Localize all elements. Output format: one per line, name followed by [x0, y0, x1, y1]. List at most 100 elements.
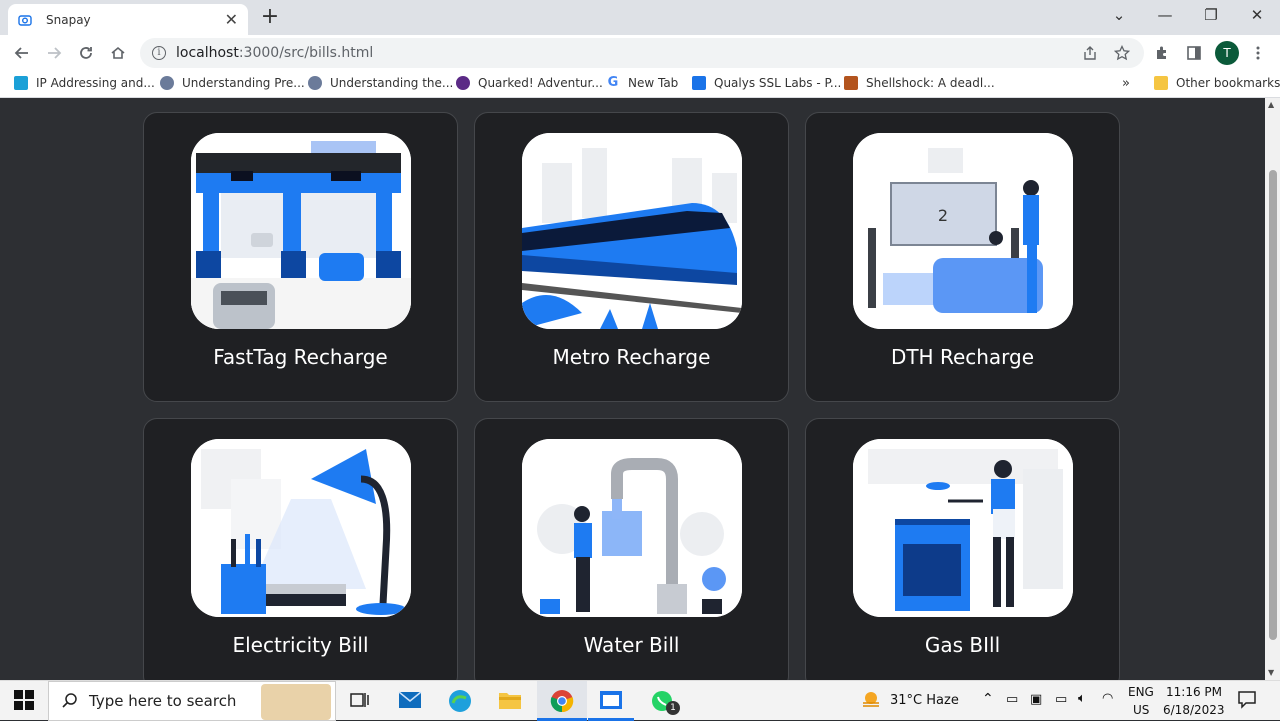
app-taskbar-button[interactable]: [588, 681, 634, 721]
extensions-icon[interactable]: [1152, 43, 1172, 63]
taskbar-search-box[interactable]: Type here to search: [48, 681, 336, 721]
mail-icon[interactable]: [398, 689, 422, 713]
other-bookmarks-label: Other bookmarks: [1176, 76, 1280, 90]
search-placeholder: Type here to search: [89, 692, 237, 710]
card-label: Water Bill: [583, 633, 680, 657]
bookmark-item[interactable]: Qualys SSL Labs - P...: [692, 76, 841, 90]
quarked-icon: [456, 76, 470, 90]
file-explorer-icon[interactable]: [498, 689, 522, 713]
gear-favicon-icon: [160, 76, 174, 90]
close-window-button[interactable]: ✕: [1234, 0, 1280, 30]
edge-icon[interactable]: [448, 689, 472, 713]
chrome-taskbar-button[interactable]: [537, 681, 587, 721]
svg-text:2: 2: [938, 206, 948, 225]
action-icon[interactable]: ▣: [1030, 692, 1042, 707]
bookmark-star-icon[interactable]: [1112, 43, 1132, 63]
bookmark-label: IP Addressing and...: [36, 76, 155, 90]
side-panel-icon[interactable]: [1184, 43, 1204, 63]
language-bottom[interactable]: US: [1133, 703, 1149, 717]
bookmark-label: Qualys SSL Labs - P...: [714, 76, 842, 90]
bookmark-item[interactable]: Understanding the...: [308, 76, 453, 90]
wifi-icon[interactable]: ◠: [1102, 691, 1113, 706]
language-top[interactable]: ENG: [1128, 685, 1154, 699]
url-host: localhost: [176, 45, 239, 61]
desk-lamp-illustration: [191, 439, 411, 617]
search-highlight-icon: [261, 684, 331, 720]
fasttag-recharge-card[interactable]: FastTag Recharge: [143, 112, 458, 402]
forward-icon[interactable]: [43, 42, 65, 64]
tv-watching-illustration: 2: [853, 133, 1073, 329]
notification-badge: 1: [666, 701, 680, 715]
reload-icon[interactable]: [75, 42, 97, 64]
qualys-icon: [692, 76, 706, 90]
show-hidden-icons-icon[interactable]: ⌃: [982, 691, 994, 707]
bookmark-label: Quarked! Adventur...: [478, 76, 603, 90]
bookmark-item[interactable]: G New Tab: [606, 76, 678, 90]
scroll-thumb[interactable]: [1269, 170, 1277, 640]
camera-favicon-icon: [18, 14, 32, 26]
profile-avatar[interactable]: T: [1215, 41, 1239, 65]
gear-favicon-icon: [308, 76, 322, 90]
notifications-icon[interactable]: [1237, 689, 1261, 713]
scroll-up-icon[interactable]: ▲: [1268, 100, 1274, 109]
card-label: Metro Recharge: [552, 345, 711, 369]
folder-icon: [1154, 76, 1168, 90]
bookmark-item[interactable]: Shellshock: A deadl...: [844, 76, 995, 90]
battery-icon[interactable]: ▭: [1055, 692, 1067, 707]
tab-search-icon[interactable]: ⌄: [1096, 0, 1142, 30]
dth-recharge-card[interactable]: 2 DTH Recharge: [805, 112, 1120, 402]
chrome-icon: [550, 690, 574, 713]
bookmark-item[interactable]: Quarked! Adventur...: [456, 76, 603, 90]
windows-start-icon[interactable]: [13, 689, 37, 713]
clock-date[interactable]: 6/18/2023: [1163, 703, 1225, 717]
weather-haze-icon[interactable]: [860, 689, 884, 713]
scroll-down-icon[interactable]: ▼: [1268, 668, 1274, 677]
tab-title: Snapay: [46, 12, 91, 27]
gas-bill-card[interactable]: Gas BIll: [805, 418, 1120, 680]
browser-toolbar: i localhost:3000/src/bills.html T: [0, 35, 1280, 71]
metro-recharge-card[interactable]: Metro Recharge: [474, 112, 789, 402]
page-scrollbar[interactable]: ▲ ▼: [1265, 98, 1280, 680]
search-icon: [62, 693, 77, 708]
window-app-icon: [600, 691, 622, 709]
whatsapp-icon[interactable]: 1: [650, 689, 680, 715]
toll-plaza-illustration: [191, 133, 411, 329]
card-label: DTH Recharge: [890, 345, 1035, 369]
card-label: Gas BIll: [924, 633, 1001, 657]
meet-now-icon[interactable]: ▭: [1006, 692, 1018, 707]
clock-time[interactable]: 11:16 PM: [1166, 685, 1222, 699]
site-info-icon[interactable]: i: [152, 46, 166, 60]
weather-text[interactable]: 31°C Haze: [890, 693, 959, 708]
menu-kebab-icon[interactable]: [1248, 43, 1268, 63]
tab-snapay[interactable]: Snapay ✕: [8, 4, 248, 35]
water-bill-card[interactable]: Water Bill: [474, 418, 789, 680]
close-tab-icon[interactable]: ✕: [225, 10, 238, 29]
home-icon[interactable]: [107, 42, 129, 64]
speaker-icon[interactable]: 🔈︎: [1078, 691, 1086, 706]
bookmark-label: New Tab: [628, 76, 679, 90]
task-view-icon[interactable]: [348, 689, 372, 713]
tab-strip: Snapay ✕ + ⌄ — ❐ ✕: [0, 0, 1280, 35]
bookmark-label: Shellshock: A deadl...: [866, 76, 995, 90]
bookmark-item[interactable]: IP Addressing and...: [14, 76, 155, 90]
gas-stove-illustration: [853, 439, 1073, 617]
minimize-button[interactable]: —: [1142, 0, 1188, 30]
card-label: Electricity Bill: [232, 633, 369, 657]
more-bookmarks-chevron-icon[interactable]: »: [1122, 76, 1130, 91]
bookmark-item[interactable]: Understanding Pre...: [160, 76, 305, 90]
address-bar[interactable]: i localhost:3000/src/bills.html: [140, 38, 1144, 68]
shellshock-icon: [844, 76, 858, 90]
new-tab-button[interactable]: +: [258, 6, 282, 28]
back-icon[interactable]: [11, 42, 33, 64]
google-icon: G: [606, 75, 620, 90]
url-path: :3000/src/bills.html: [238, 45, 374, 61]
other-bookmarks-folder[interactable]: Other bookmarks: [1154, 76, 1280, 90]
bookmark-label: Understanding the...: [330, 76, 454, 90]
card-label: FastTag Recharge: [213, 345, 388, 369]
metro-train-illustration: [522, 133, 742, 329]
electricity-bill-card[interactable]: Electricity Bill: [143, 418, 458, 680]
bookmark-label: Understanding Pre...: [182, 76, 305, 90]
page-content: FastTag Recharge Metro Recharge 2 DTH Re…: [0, 98, 1265, 680]
share-icon[interactable]: [1080, 43, 1100, 63]
restore-button[interactable]: ❐: [1188, 0, 1234, 30]
